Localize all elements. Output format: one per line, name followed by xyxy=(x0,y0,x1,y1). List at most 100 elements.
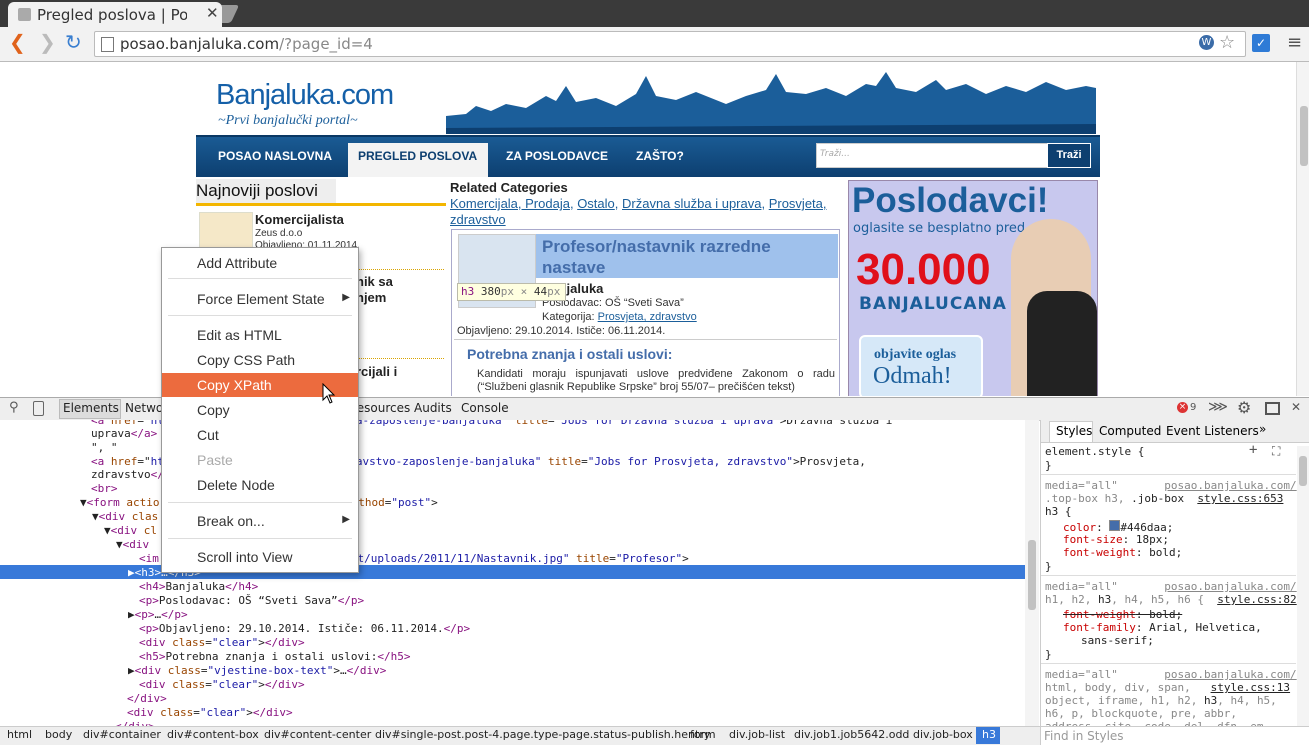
site-logo[interactable]: Banjaluka.com xyxy=(216,79,394,112)
related-link[interactable]: Komercijala, Prodaja xyxy=(450,196,570,211)
nav-posao-naslovna[interactable]: POSAO NASLOVNA xyxy=(218,149,332,163)
close-devtools-icon[interactable]: ✕ xyxy=(1291,400,1301,414)
page-icon xyxy=(101,37,114,52)
crumb-content-center[interactable]: div#content-center xyxy=(264,728,371,741)
tab-audits[interactable]: Audits xyxy=(414,401,452,415)
crumb-single-post[interactable]: div#single-post.post-4.page.type-page.st… xyxy=(375,728,710,741)
dock-icon[interactable] xyxy=(1265,402,1280,415)
job-box: Profesor/nastavnik razredne nastave Banj… xyxy=(451,229,840,396)
tab-title: Pregled poslova | Po xyxy=(37,6,187,24)
crumb-form[interactable]: form xyxy=(690,728,716,741)
wordpress-icon[interactable]: W xyxy=(1199,35,1214,50)
error-count[interactable]: 9 xyxy=(1190,402,1196,413)
banner-word: BANJALUCANA xyxy=(859,294,1007,314)
banner-cta-line1: objavite oglas xyxy=(874,347,957,362)
employer-ad-banner[interactable]: Poslodavci! oglasite se besplatno pred 3… xyxy=(848,180,1098,396)
menu-delete-node[interactable]: Delete Node xyxy=(162,473,358,497)
related-link[interactable]: Ostalo xyxy=(577,196,615,211)
nav-pregled-poslova[interactable]: PREGLED POSLOVA xyxy=(348,143,488,177)
crumb-h3[interactable]: h3 xyxy=(982,728,996,741)
job-detail-dates: Objavljeno: 29.10.2014. Ističe: 06.11.20… xyxy=(457,325,666,337)
tab-elements[interactable]: Elements xyxy=(63,401,119,415)
menu-scroll-into-view[interactable]: Scroll into View xyxy=(162,545,358,569)
menu-icon[interactable]: ≡ xyxy=(1287,32,1302,53)
scrollbar-thumb[interactable] xyxy=(1300,106,1308,166)
nav-za-poslodavce[interactable]: ZA POSLODAVCE xyxy=(506,149,608,163)
dom-breadcrumb: html body div#container div#content-box … xyxy=(0,726,1309,745)
heading-underline xyxy=(196,203,446,206)
styles-scrollbar[interactable] xyxy=(1297,446,1309,726)
banner-subtitle: oglasite se besplatno pred xyxy=(853,221,1026,236)
back-icon[interactable]: ❮ xyxy=(9,30,26,54)
site-tagline: ~Prvi banjalučki portal~ xyxy=(218,113,358,128)
job-company: Zeus d.o.o xyxy=(255,228,303,239)
menu-break-on[interactable]: Break on... ▶ xyxy=(162,509,358,533)
forward-icon[interactable]: ❯ xyxy=(39,30,56,54)
banner-number: 30.000 xyxy=(856,245,991,294)
mouse-cursor-icon xyxy=(322,383,336,404)
crumb-job-box[interactable]: div.job-box xyxy=(913,728,973,741)
banner-title: Poslodavci! xyxy=(852,181,1049,220)
menu-force-element-state[interactable]: Force Element State ▶ xyxy=(162,287,358,311)
menu-cut[interactable]: Cut xyxy=(162,423,358,447)
toggle-state-icon[interactable]: ⛶ xyxy=(1272,444,1280,459)
job-title[interactable]: Komercijalista xyxy=(255,212,344,227)
styles-panel: Styles Computed Event Listeners » elemen… xyxy=(1040,420,1309,726)
scrollbar-thumb[interactable] xyxy=(1028,540,1036,610)
browser-tab[interactable]: Pregled poslova | Po ✕ xyxy=(8,2,222,27)
styles-tab[interactable]: Styles xyxy=(1056,424,1092,438)
dom-tree-panel[interactable]: <a href="ht t=drzavna-sluzba-zaposlenje-… xyxy=(0,420,1025,726)
banner-cta-line2: Odmah! xyxy=(873,363,952,389)
page-scrollbar[interactable] xyxy=(1296,62,1309,396)
favicon-icon xyxy=(18,8,31,21)
nav-zasto[interactable]: ZAŠTO? xyxy=(636,149,684,163)
divider xyxy=(356,358,444,359)
job-detail-category: Kategorija: Prosvjeta, zdravstvo xyxy=(542,311,697,323)
category-link[interactable]: Prosvjeta, zdravstvo xyxy=(598,311,697,323)
job-detail-title: Profesor/nastavnik razredne nastave xyxy=(542,237,771,277)
add-rule-icon[interactable]: + xyxy=(1249,442,1257,458)
requirements-text: Kandidati moraju ispunjavati uslove pred… xyxy=(477,368,835,393)
computed-tab[interactable]: Computed xyxy=(1099,424,1161,438)
device-icon[interactable] xyxy=(33,401,44,416)
extension-icon[interactable]: ✓ xyxy=(1252,34,1270,52)
menu-copy-css-path[interactable]: Copy CSS Path xyxy=(162,348,358,372)
menu-add-attribute[interactable]: Add Attribute xyxy=(162,251,358,275)
event-listeners-tab[interactable]: Event Listeners xyxy=(1166,424,1259,438)
close-tab-icon[interactable]: ✕ xyxy=(206,4,219,22)
crumb-body[interactable]: body xyxy=(45,728,72,741)
site-search-input[interactable]: Traži... xyxy=(816,143,1048,168)
element-size-tooltip: h3 380px × 44px xyxy=(457,283,566,301)
reload-icon[interactable]: ↻ xyxy=(65,30,82,54)
site-navbar: POSAO NASLOVNA PREGLED POSLOVA ZA POSLOD… xyxy=(196,135,1100,177)
job-title-line2[interactable]: njem xyxy=(356,290,386,305)
error-icon[interactable]: × xyxy=(1177,402,1188,413)
related-heading: Related Categories xyxy=(450,180,568,195)
banner-cta[interactable]: objavite oglas Odmah! xyxy=(859,335,983,396)
tab-network[interactable]: Netwo xyxy=(125,401,163,415)
tab-console[interactable]: Console xyxy=(461,401,509,415)
submenu-arrow-icon: ▶ xyxy=(342,292,350,303)
address-bar[interactable]: posao.banjaluka.com/?page_id=4 W ☆ xyxy=(94,31,1246,57)
crumb-content-box[interactable]: div#content-box xyxy=(167,728,259,741)
find-in-styles-input[interactable]: Find in Styles xyxy=(1040,727,1309,745)
crumb-job1[interactable]: div.job1.job5642.odd xyxy=(794,728,909,741)
site-search-button[interactable]: Traži xyxy=(1047,143,1091,168)
job-title[interactable]: nik sa xyxy=(356,274,393,289)
skyline-illustration xyxy=(446,72,1096,134)
drawer-icon[interactable]: ⋙ xyxy=(1208,399,1228,415)
more-tabs-icon[interactable]: » xyxy=(1259,422,1266,436)
related-link[interactable]: Državna služba i uprava xyxy=(622,196,761,211)
crumb-container[interactable]: div#container xyxy=(83,728,161,741)
crumb-html[interactable]: html xyxy=(7,728,32,741)
job-title[interactable]: rcijali i xyxy=(356,364,397,379)
crumb-job-list[interactable]: div.job-list xyxy=(729,728,785,741)
tab-strip: Pregled poslova | Po ✕ xyxy=(0,0,1309,27)
menu-edit-as-html[interactable]: Edit as HTML xyxy=(162,323,358,347)
settings-gear-icon[interactable]: ⚙ xyxy=(1237,398,1251,417)
browser-toolbar: ❮ ❯ ↻ posao.banjaluka.com/?page_id=4 W ☆… xyxy=(0,27,1309,62)
divider xyxy=(356,269,444,270)
bookmark-star-icon[interactable]: ☆ xyxy=(1219,32,1235,53)
inspect-icon[interactable]: ⚲ xyxy=(9,400,19,415)
dom-scrollbar[interactable] xyxy=(1025,420,1039,726)
